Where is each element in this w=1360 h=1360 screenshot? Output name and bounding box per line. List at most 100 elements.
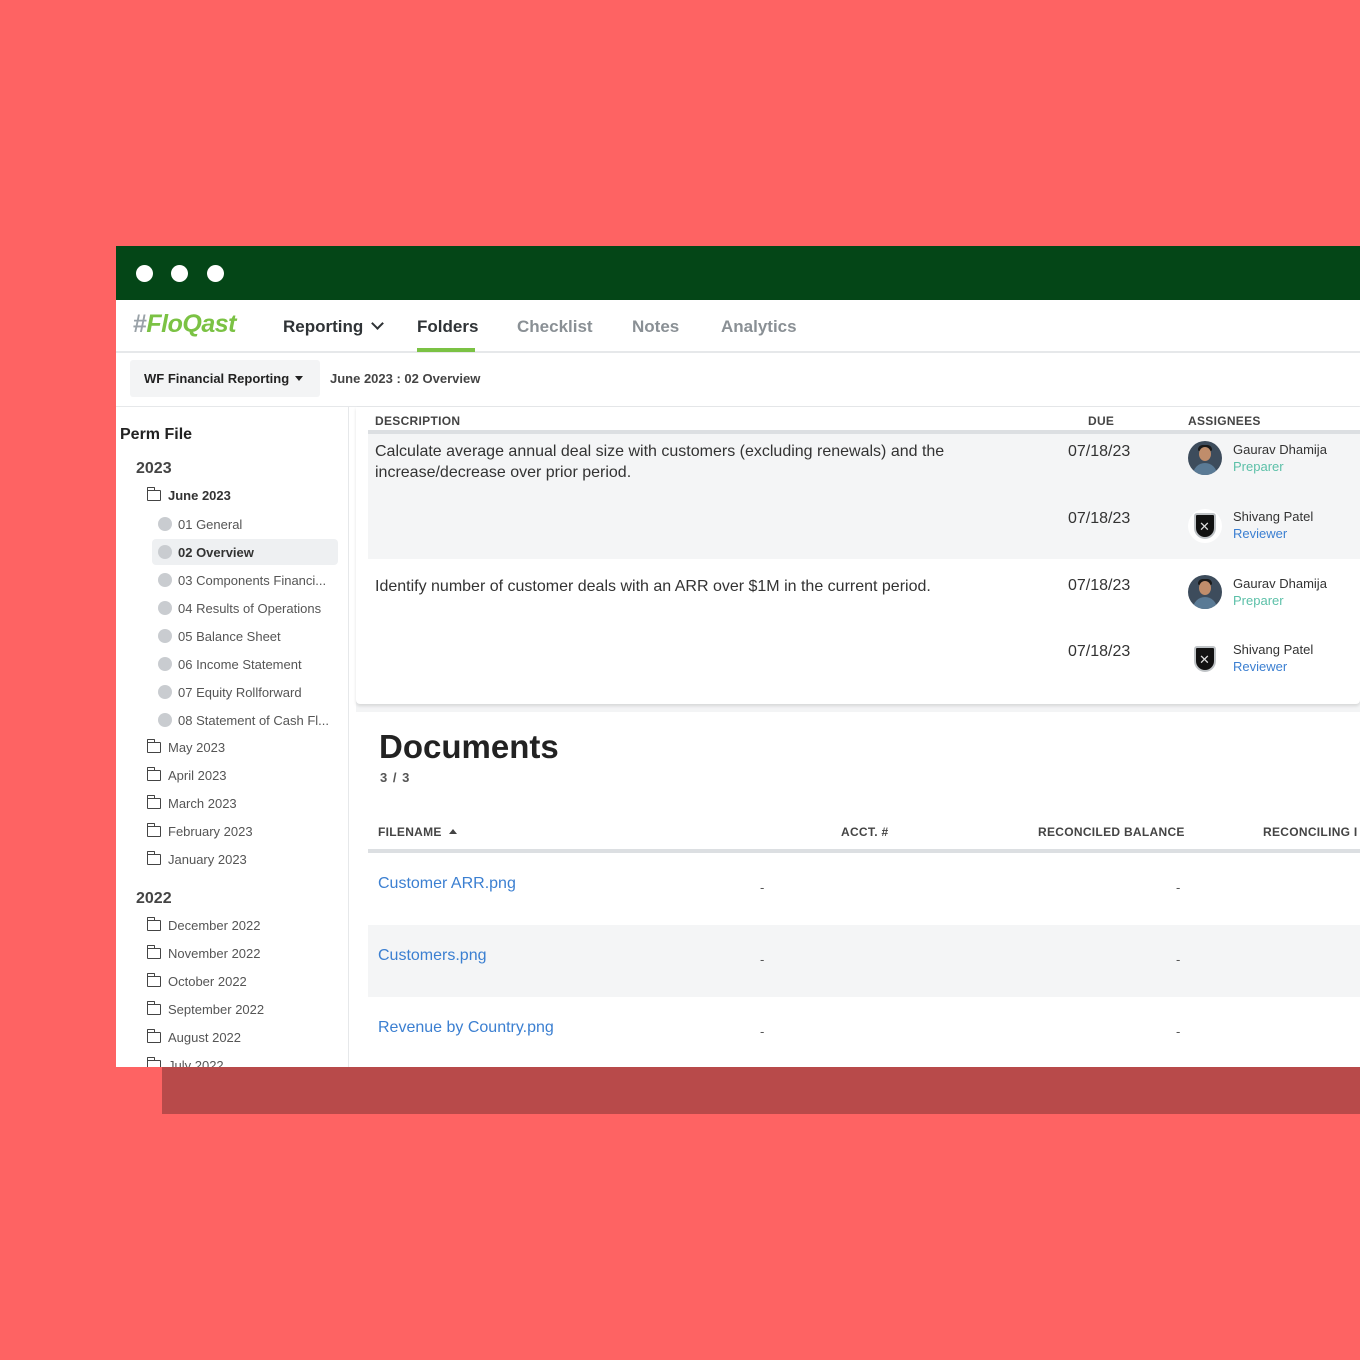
folder-label: June 2023 bbox=[168, 488, 231, 503]
assignee-name: Gaurav Dhamija bbox=[1233, 442, 1327, 457]
assignee-name: Shivang Patel bbox=[1233, 642, 1314, 657]
tab-analytics[interactable]: Analytics bbox=[721, 317, 797, 337]
sub-toolbar: WF Financial Reporting June 2023 : 02 Ov… bbox=[116, 353, 1360, 407]
window-close-dot[interactable] bbox=[136, 265, 153, 282]
col-header-reconciled-balance[interactable]: RECONCILED BALANCE bbox=[1038, 825, 1185, 839]
logo-hash: # bbox=[133, 310, 147, 338]
year-heading-2022: 2022 bbox=[136, 890, 172, 907]
folder-icon bbox=[146, 973, 161, 987]
tab-folders[interactable]: Folders bbox=[417, 317, 478, 337]
folder-label: September 2022 bbox=[168, 1002, 265, 1017]
window-maximize-dot[interactable] bbox=[207, 265, 224, 282]
table-row: Revenue by Country.png - - bbox=[368, 997, 1360, 1067]
document-link[interactable]: Customer ARR.png bbox=[378, 875, 516, 893]
floqast-logo[interactable]: #FloQast bbox=[133, 310, 236, 339]
status-dot-icon bbox=[158, 713, 172, 727]
workspace-select[interactable]: WF Financial Reporting bbox=[130, 360, 320, 397]
assignee-role-reviewer[interactable]: Reviewer bbox=[1233, 526, 1287, 541]
sort-ascending-icon bbox=[448, 829, 457, 834]
sidebar-item-label: 06 Income Statement bbox=[178, 656, 302, 672]
balance-value: - bbox=[1176, 1024, 1181, 1039]
folder-january-2023[interactable]: January 2023 bbox=[146, 851, 247, 867]
table-row: Customer ARR.png - - bbox=[368, 853, 1360, 925]
status-dot-icon bbox=[158, 517, 172, 531]
task-due-date: 07/18/23 bbox=[1068, 643, 1131, 660]
filename-header-label: FILENAME bbox=[378, 825, 442, 839]
avatar bbox=[1188, 509, 1222, 543]
folder-april-2023[interactable]: April 2023 bbox=[146, 767, 227, 783]
folder-november-2022[interactable]: November 2022 bbox=[146, 945, 261, 961]
sidebar-item-05-balance-sheet[interactable]: 05 Balance Sheet bbox=[152, 623, 338, 649]
caret-down-icon bbox=[295, 376, 304, 381]
folder-october-2022[interactable]: October 2022 bbox=[146, 973, 247, 989]
folder-september-2022[interactable]: September 2022 bbox=[146, 1001, 265, 1017]
folder-label: April 2023 bbox=[168, 768, 227, 783]
col-header-reconciling[interactable]: RECONCILING I bbox=[1263, 825, 1358, 839]
avatar bbox=[1188, 642, 1222, 676]
task-description: Identify number of customer deals with a… bbox=[375, 578, 931, 595]
window-titlebar bbox=[116, 246, 1360, 300]
folder-label: November 2022 bbox=[168, 946, 261, 961]
folder-august-2022[interactable]: August 2022 bbox=[146, 1029, 242, 1045]
folder-december-2022[interactable]: December 2022 bbox=[146, 917, 261, 933]
folder-icon bbox=[146, 739, 161, 753]
sidebar-item-02-overview[interactable]: 02 Overview bbox=[152, 539, 338, 565]
sidebar-item-01-general[interactable]: 01 General bbox=[152, 511, 338, 537]
folder-july-2022[interactable]: July 2022 bbox=[146, 1057, 224, 1067]
folder-icon bbox=[146, 1001, 161, 1015]
sidebar-title: Perm File bbox=[120, 426, 193, 443]
sidebar-item-08-cash-flows[interactable]: 08 Statement of Cash Fl... bbox=[152, 707, 338, 733]
folder-march-2023[interactable]: March 2023 bbox=[146, 795, 237, 811]
sidebar-item-07-equity[interactable]: 07 Equity Rollforward bbox=[152, 679, 338, 705]
folder-sidebar: Perm File 2023 June 2023 01 General 02 O… bbox=[116, 407, 349, 1067]
col-header-due: DUE bbox=[1088, 414, 1115, 428]
documents-card: Documents 3 / 3 FILENAME ACCT. # RECONCI… bbox=[356, 712, 1360, 1067]
task-due-date: 07/18/23 bbox=[1068, 443, 1131, 460]
avatar bbox=[1188, 441, 1222, 475]
assignee-name: Gaurav Dhamija bbox=[1233, 576, 1327, 591]
status-dot-icon bbox=[158, 573, 172, 587]
sidebar-item-label: 07 Equity Rollforward bbox=[178, 684, 302, 700]
folder-june-2023[interactable]: June 2023 bbox=[146, 487, 231, 503]
folder-label: July 2022 bbox=[168, 1058, 224, 1067]
sidebar-item-03-components[interactable]: 03 Components Financi... bbox=[152, 567, 338, 593]
task-row[interactable]: Calculate average annual deal size with … bbox=[368, 434, 1360, 559]
task-due-date: 07/18/23 bbox=[1068, 577, 1131, 594]
status-dot-icon bbox=[158, 601, 172, 615]
folder-may-2023[interactable]: May 2023 bbox=[146, 739, 225, 755]
tab-checklist[interactable]: Checklist bbox=[517, 317, 593, 337]
folder-label: October 2022 bbox=[168, 974, 247, 989]
sidebar-item-06-income-statement[interactable]: 06 Income Statement bbox=[152, 651, 338, 677]
sidebar-item-label: 08 Statement of Cash Fl... bbox=[178, 712, 330, 728]
col-header-filename[interactable]: FILENAME bbox=[378, 825, 457, 839]
folder-label: August 2022 bbox=[168, 1030, 242, 1045]
folder-february-2023[interactable]: February 2023 bbox=[146, 823, 253, 839]
tab-notes[interactable]: Notes bbox=[632, 317, 679, 337]
sidebar-item-label: 05 Balance Sheet bbox=[178, 628, 281, 644]
task-row[interactable]: Identify number of customer deals with a… bbox=[368, 559, 1360, 699]
status-dot-icon bbox=[158, 545, 172, 559]
acct-value: - bbox=[760, 952, 765, 967]
table-row: Customers.png - - bbox=[368, 925, 1360, 997]
active-tab-indicator bbox=[417, 348, 475, 352]
sidebar-item-04-results[interactable]: 04 Results of Operations bbox=[152, 595, 338, 621]
assignee-role-preparer[interactable]: Preparer bbox=[1233, 593, 1284, 608]
folder-label: December 2022 bbox=[168, 918, 261, 933]
folder-icon bbox=[146, 795, 161, 809]
reporting-label: Reporting bbox=[283, 317, 364, 336]
task-due-date: 07/18/23 bbox=[1068, 510, 1131, 527]
assignee-role-preparer[interactable]: Preparer bbox=[1233, 459, 1284, 474]
shield-logo-icon bbox=[1194, 513, 1216, 539]
window-minimize-dot[interactable] bbox=[171, 265, 188, 282]
assignee-role-reviewer[interactable]: Reviewer bbox=[1233, 659, 1287, 674]
folder-icon bbox=[146, 917, 161, 931]
folder-icon bbox=[146, 823, 161, 837]
avatar bbox=[1188, 575, 1222, 609]
col-header-acct[interactable]: ACCT. # bbox=[841, 825, 888, 839]
document-link[interactable]: Revenue by Country.png bbox=[378, 1019, 554, 1037]
year-heading-2023: 2023 bbox=[136, 460, 172, 477]
assignee-name: Shivang Patel bbox=[1233, 509, 1314, 524]
document-link[interactable]: Customers.png bbox=[378, 947, 487, 965]
reporting-menu[interactable]: Reporting bbox=[283, 317, 385, 337]
balance-value: - bbox=[1176, 952, 1181, 967]
